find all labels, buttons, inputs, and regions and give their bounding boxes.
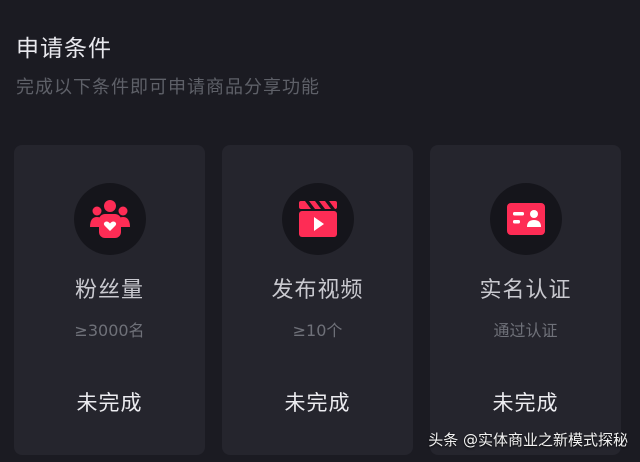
condition-requirement: ≥10个 — [292, 321, 343, 340]
condition-cards: 粉丝量 ≥3000名 未完成 发布视频 ≥10个 未完成 实名认证 通过认证 未… — [14, 145, 626, 455]
condition-label: 粉丝量 — [74, 278, 144, 303]
source-watermark: 头条 @实体商业之新模式探秘 — [428, 431, 628, 449]
condition-status: 未完成 — [492, 391, 559, 415]
page-subtitle: 完成以下条件即可申请商品分享功能 — [16, 77, 320, 98]
condition-label: 实名认证 — [479, 278, 572, 303]
condition-card-verification: 实名认证 通过认证 未完成 — [430, 145, 621, 455]
condition-requirement: 通过认证 — [493, 321, 558, 340]
page-title: 申请条件 — [16, 36, 112, 62]
fans-icon-badge — [73, 183, 146, 255]
condition-card-videos: 发布视频 ≥10个 未完成 — [222, 145, 413, 455]
fans-icon — [89, 200, 130, 238]
id-card-icon — [506, 203, 545, 235]
condition-status: 未完成 — [284, 391, 351, 415]
video-clapper-icon — [298, 201, 337, 237]
id-card-icon-badge — [489, 183, 562, 255]
conditions-header: 申请条件 完成以下条件即可申请商品分享功能 — [16, 34, 320, 100]
condition-label: 发布视频 — [271, 278, 364, 303]
condition-requirement: ≥3000名 — [74, 321, 145, 340]
video-icon-badge — [281, 183, 354, 255]
condition-status: 未完成 — [76, 391, 143, 415]
condition-card-fans: 粉丝量 ≥3000名 未完成 — [14, 145, 205, 455]
